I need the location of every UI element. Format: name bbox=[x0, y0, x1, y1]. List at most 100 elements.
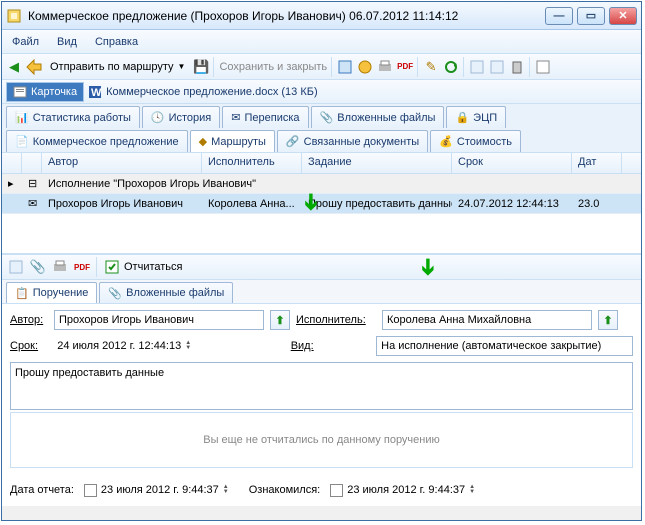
menu-file[interactable]: Файл bbox=[12, 36, 39, 48]
assignment-form: Автор: Прохоров Игорь Иванович ⬆ Исполни… bbox=[2, 304, 641, 474]
ack-checkbox[interactable] bbox=[330, 484, 343, 497]
col-date[interactable]: Дат bbox=[572, 153, 622, 173]
menubar: Файл Вид Справка bbox=[2, 30, 641, 54]
collapse-icon[interactable]: ⊟ bbox=[22, 175, 42, 192]
tab-card[interactable]: Карточка bbox=[6, 82, 84, 102]
due-label: Срок: bbox=[10, 340, 47, 352]
maximize-button[interactable]: ▭ bbox=[577, 7, 605, 25]
tab-linked[interactable]: 🔗Связанные документы bbox=[277, 130, 428, 152]
group-label: Исполнение "Прохоров Игорь Иванович" bbox=[42, 176, 641, 192]
due-input[interactable]: 24 июля 2012 г. 12:44:13 ▲▼ bbox=[53, 336, 259, 356]
separator bbox=[529, 57, 531, 77]
author-input[interactable]: Прохоров Игорь Иванович bbox=[54, 310, 264, 330]
report-date-input[interactable]: 23 июля 2012 г. 9:44:37 ▲▼ bbox=[80, 480, 233, 500]
attach-icon[interactable]: 📎 bbox=[30, 259, 46, 275]
save-icon[interactable]: 💾 bbox=[193, 59, 209, 75]
tab-attachments[interactable]: 📎Вложенные файлы bbox=[311, 106, 445, 128]
app-window: Коммерческое предложение (Прохоров Игорь… bbox=[1, 1, 642, 521]
author-up-button[interactable]: ⬆ bbox=[270, 310, 290, 330]
history-icon: 🕓 bbox=[151, 111, 165, 124]
edit-icon[interactable]: ✎ bbox=[423, 59, 439, 75]
assignment-icon: 📋 bbox=[15, 287, 29, 300]
menu-help[interactable]: Справка bbox=[95, 36, 138, 48]
tool-icon-5[interactable] bbox=[535, 59, 551, 75]
minimize-button[interactable]: — bbox=[545, 7, 573, 25]
document-tabbar: Карточка W Коммерческое предложение.docx… bbox=[2, 80, 641, 104]
col-icon[interactable] bbox=[22, 153, 42, 173]
separator bbox=[331, 57, 333, 77]
titlebar: Коммерческое предложение (Прохоров Игорь… bbox=[2, 2, 641, 30]
tab-attachments-2[interactable]: 📎Вложенные файлы bbox=[99, 282, 233, 303]
word-icon: W bbox=[88, 85, 102, 99]
pdf-icon[interactable]: PDF bbox=[397, 59, 413, 75]
col-due[interactable]: Срок bbox=[452, 153, 572, 173]
notice-text: Вы еще не отчитались по данному поручени… bbox=[10, 412, 633, 468]
tool-icon-4[interactable] bbox=[489, 59, 505, 75]
menu-view[interactable]: Вид bbox=[57, 36, 77, 48]
doc-icon: 📄 bbox=[15, 135, 29, 148]
col-author[interactable]: Автор bbox=[42, 153, 202, 173]
report-date-checkbox[interactable] bbox=[84, 484, 97, 497]
grid-header: Автор Исполнитель Задание Срок Дат bbox=[2, 152, 641, 174]
arrow-annotation-1: ➔ bbox=[298, 193, 324, 211]
tab-embedded-doc[interactable]: W Коммерческое предложение.docx (13 КБ) bbox=[88, 85, 318, 99]
col-task[interactable]: Задание bbox=[302, 153, 452, 173]
col-empty[interactable] bbox=[2, 153, 22, 173]
cost-icon: 💰 bbox=[439, 135, 453, 148]
tab-proposal[interactable]: 📄Коммерческое предложение bbox=[6, 130, 188, 152]
send-route-button[interactable]: Отправить по маршруту ▼ bbox=[46, 59, 189, 75]
send-route-icon[interactable] bbox=[26, 59, 42, 75]
spinner-icon[interactable]: ▲▼ bbox=[185, 341, 191, 351]
ack-input[interactable]: 23 июля 2012 г. 9:44:37 ▲▼ bbox=[326, 480, 479, 500]
grid-group-row[interactable]: ▸ ⊟ Исполнение "Прохоров Игорь Иванович" bbox=[2, 174, 641, 194]
separator bbox=[213, 57, 215, 77]
separator bbox=[96, 257, 98, 277]
lower-toolbar: 📎 PDF Отчитаться ➔ bbox=[2, 254, 641, 280]
tool-icon-2[interactable] bbox=[357, 59, 373, 75]
col-executor[interactable]: Исполнитель bbox=[202, 153, 302, 173]
delete-icon[interactable] bbox=[509, 59, 525, 75]
spinner-icon[interactable]: ▲▼ bbox=[469, 485, 475, 495]
card-icon bbox=[13, 85, 27, 99]
author-label: Автор: bbox=[10, 314, 48, 326]
close-button[interactable]: ✕ bbox=[609, 7, 637, 25]
expand-icon[interactable]: ▸ bbox=[2, 175, 22, 192]
attachment-icon: 📎 bbox=[320, 111, 334, 124]
grid-body-blank: ➔ bbox=[2, 214, 641, 254]
tab-history[interactable]: 🕓История bbox=[142, 106, 220, 128]
app-icon bbox=[6, 8, 22, 24]
executor-up-button[interactable]: ⬆ bbox=[598, 310, 618, 330]
tab-cost[interactable]: 💰Стоимость bbox=[430, 130, 521, 152]
cell-executor: Королева Анна... bbox=[202, 196, 302, 212]
print-icon-2[interactable] bbox=[52, 259, 68, 275]
print-icon[interactable] bbox=[377, 59, 393, 75]
svg-text:W: W bbox=[91, 87, 102, 99]
task-text-input[interactable]: Прошу предоставить данные bbox=[10, 362, 633, 410]
kind-input[interactable]: На исполнение (автоматическое закрытие) bbox=[376, 336, 633, 356]
tab-routes[interactable]: ◆Маршруты bbox=[190, 130, 275, 152]
cell-author: Прохоров Игорь Иванович bbox=[42, 196, 202, 212]
tool-icon-1[interactable] bbox=[337, 59, 353, 75]
route-icon: ◆ bbox=[199, 135, 207, 148]
report-button[interactable]: Отчитаться bbox=[104, 259, 183, 275]
dropdown-icon: ▼ bbox=[178, 62, 186, 71]
tool-icon-a[interactable] bbox=[8, 259, 24, 275]
tab-signature[interactable]: 🔒ЭЦП bbox=[446, 106, 506, 128]
tab-correspondence[interactable]: ✉Переписка bbox=[222, 106, 308, 128]
tab-row-2: 📄Коммерческое предложение ◆Маршруты 🔗Свя… bbox=[2, 128, 641, 152]
tab-assignment[interactable]: 📋Поручение bbox=[6, 282, 97, 303]
report-icon bbox=[104, 259, 120, 275]
ack-label: Ознакомился: bbox=[249, 484, 320, 496]
window-title: Коммерческое предложение (Прохоров Игорь… bbox=[28, 9, 545, 23]
arrow-annotation-2: ➔ bbox=[415, 258, 441, 276]
tool-icon-3[interactable] bbox=[469, 59, 485, 75]
executor-input[interactable]: Королева Анна Михайловна bbox=[382, 310, 592, 330]
spinner-icon[interactable]: ▲▼ bbox=[223, 485, 229, 495]
main-toolbar: ◀ Отправить по маршруту ▼ 💾 Сохранить и … bbox=[2, 54, 641, 80]
save-close-button[interactable]: Сохранить и закрыть bbox=[219, 61, 327, 73]
bottom-row: Дата отчета: 23 июля 2012 г. 9:44:37 ▲▼ … bbox=[2, 474, 641, 506]
tab-stats[interactable]: 📊Статистика работы bbox=[6, 106, 140, 128]
pdf-icon-2[interactable]: PDF bbox=[74, 259, 90, 275]
back-icon[interactable]: ◀ bbox=[6, 59, 22, 75]
refresh-icon[interactable] bbox=[443, 59, 459, 75]
